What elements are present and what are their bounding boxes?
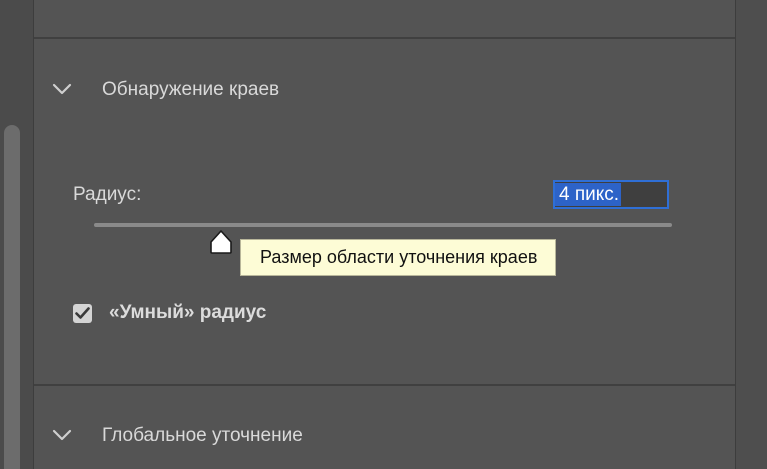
chevron-down-icon[interactable] — [52, 82, 72, 96]
radius-input[interactable]: 4 пикс. — [553, 180, 669, 209]
smart-radius-checkbox[interactable] — [73, 304, 92, 323]
section-title: Обнаружение краев — [102, 79, 280, 100]
radius-tooltip: Размер области уточнения краев — [240, 239, 557, 276]
section-header-edge-detection[interactable]: Обнаружение краев — [34, 70, 735, 110]
chevron-down-icon[interactable] — [52, 428, 72, 442]
radius-slider-track[interactable] — [94, 223, 672, 227]
section-title: Глобальное уточнение — [102, 425, 303, 446]
checkmark-icon — [75, 307, 90, 319]
right-panel-gutter — [735, 0, 767, 469]
radius-label: Радиус: — [73, 184, 142, 205]
section-divider-middle — [34, 384, 735, 386]
left-scrollbar-gutter — [0, 0, 34, 469]
smart-radius-label[interactable]: «Умный» радиус — [109, 302, 266, 324]
radius-input-value[interactable]: 4 пикс. — [555, 183, 622, 206]
section-header-global-refinement[interactable]: Глобальное уточнение — [34, 416, 735, 456]
section-divider-top — [34, 37, 735, 39]
left-scrollbar-thumb[interactable] — [4, 125, 20, 469]
radius-slider-thumb[interactable] — [208, 229, 234, 255]
